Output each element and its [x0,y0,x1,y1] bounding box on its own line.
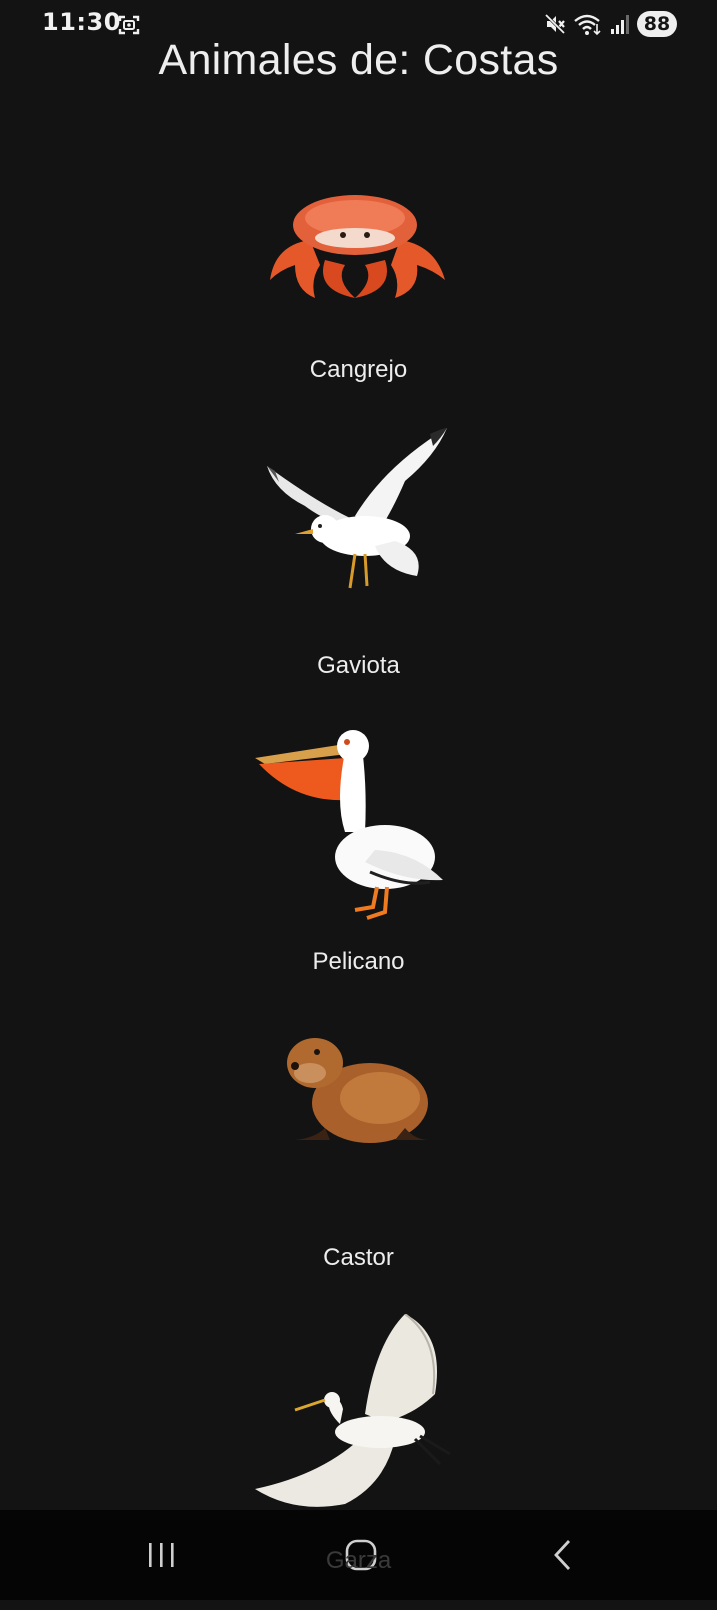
wifi-icon [573,12,603,36]
pelican-icon [255,722,455,932]
animal-name: Cangrejo [309,356,408,383]
battery-indicator: 88 [637,11,677,37]
screenshot-icon [117,13,141,37]
animal-name: Garza [325,1547,392,1574]
animal-item[interactable]: Pelicano [0,722,717,1018]
signal-icon [609,12,631,36]
seagull-icon [255,426,455,636]
page-title: Animales de: Costas [158,36,559,84]
animal-name: Castor [323,1244,394,1271]
status-icons: 88 [543,9,677,39]
animal-item[interactable]: Castor [0,1018,717,1314]
beaver-icon [255,1018,455,1228]
animal-item[interactable]: Cangrejo [0,130,717,426]
crab-icon [255,130,455,340]
animal-item[interactable]: Gaviota [0,426,717,722]
animal-name: Pelicano [312,948,405,975]
heron-icon [255,1313,455,1524]
mute-icon [543,12,567,36]
status-time: 11:30 [42,8,121,36]
animal-name: Gaviota [317,652,400,679]
